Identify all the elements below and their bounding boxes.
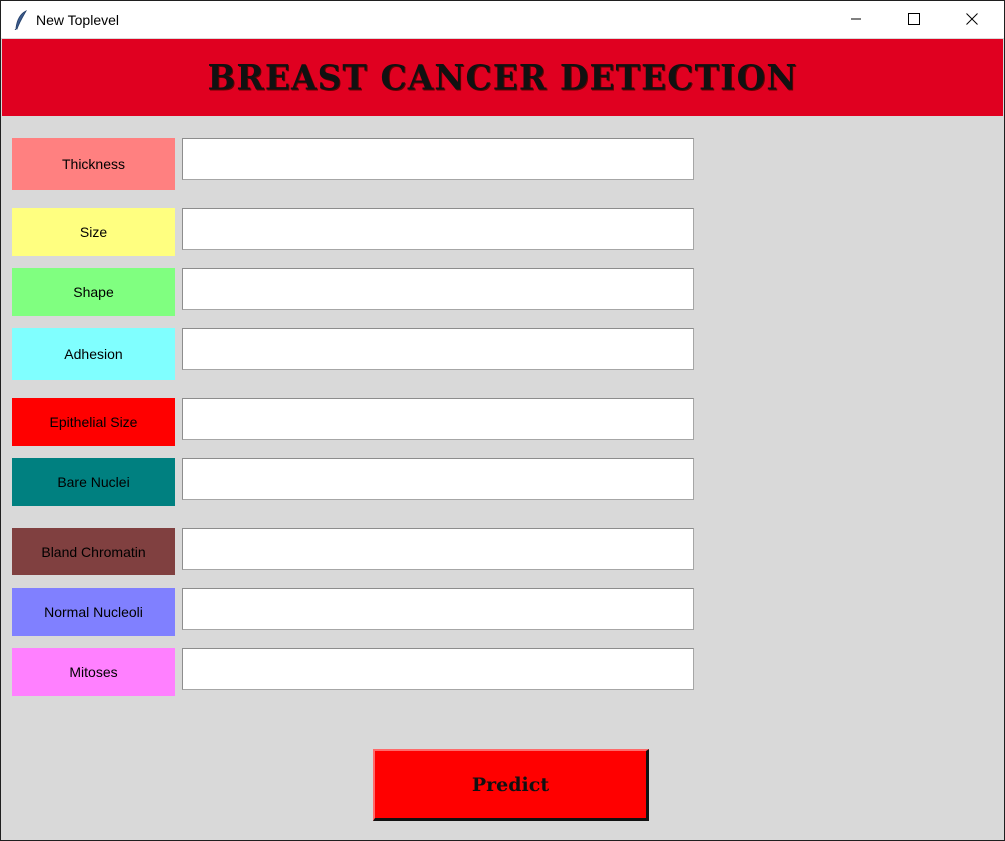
label-epithelial-size: Epithelial Size: [12, 398, 175, 446]
app-header: BREAST CANCER DETECTION: [2, 39, 1003, 116]
maximize-icon: [908, 10, 920, 29]
minimize-button[interactable]: [827, 1, 885, 38]
label-normal-nucleoli: Normal Nucleoli: [12, 588, 175, 636]
label-bland-chromatin: Bland Chromatin: [12, 528, 175, 575]
bland-chromatin-input[interactable]: [182, 528, 694, 570]
label-shape: Shape: [12, 268, 175, 316]
normal-nucleoli-input[interactable]: [182, 588, 694, 630]
label-thickness: Thickness: [12, 138, 175, 190]
epithelial-size-input[interactable]: [182, 398, 694, 440]
predict-button[interactable]: Predict: [373, 749, 649, 821]
close-icon: [966, 10, 978, 29]
minimize-icon: [850, 10, 862, 29]
label-bare-nuclei: Bare Nuclei: [12, 458, 175, 506]
window-title: New Toplevel: [36, 12, 120, 28]
bare-nuclei-input[interactable]: [182, 458, 694, 500]
title-bar[interactable]: New Toplevel: [1, 1, 1004, 38]
close-button[interactable]: [943, 1, 1001, 38]
page-title: BREAST CANCER DETECTION: [207, 57, 798, 98]
app-window: New Toplevel BREAST CANCER DETECTION Thi…: [0, 0, 1005, 841]
mitoses-input[interactable]: [182, 648, 694, 690]
adhesion-input[interactable]: [182, 328, 694, 370]
label-mitoses: Mitoses: [12, 648, 175, 696]
shape-input[interactable]: [182, 268, 694, 310]
size-input[interactable]: [182, 208, 694, 250]
maximize-button[interactable]: [885, 1, 943, 38]
label-adhesion: Adhesion: [12, 328, 175, 380]
label-size: Size: [12, 208, 175, 256]
feather-icon: [14, 10, 28, 31]
thickness-input[interactable]: [182, 138, 694, 180]
